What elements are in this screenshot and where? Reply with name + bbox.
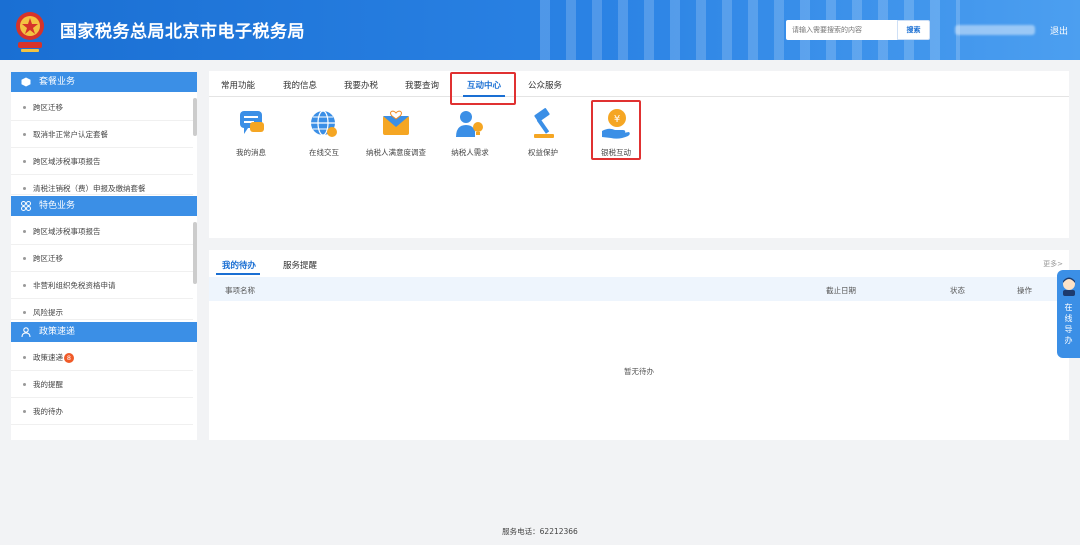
empty-state-text: 暂无待办 bbox=[624, 367, 654, 376]
more-link[interactable]: 更多> bbox=[1043, 259, 1063, 269]
tab-bar: 常用功能 我的信息 我要办税 我要查询 互动中心 公众服务 bbox=[209, 71, 1069, 97]
sidebar-item[interactable]: 我的待办 bbox=[11, 398, 193, 425]
highlight-box bbox=[591, 100, 641, 160]
search-input[interactable] bbox=[786, 20, 897, 40]
active-tab-underline bbox=[216, 273, 260, 275]
service-rights-protection[interactable]: 权益保护 bbox=[511, 107, 575, 158]
highlight-box bbox=[450, 72, 516, 105]
todo-panel: 我的待办 服务提醒 更多> 事项名称 截止日期 状态 操作 暂无待办 bbox=[209, 250, 1069, 440]
sidebar-item[interactable]: 非营利组织免税资格申请 bbox=[11, 272, 193, 299]
sidebar-scrollbar[interactable] bbox=[193, 222, 197, 284]
tab-my-info[interactable]: 我的信息 bbox=[283, 79, 317, 91]
agent-avatar-icon bbox=[1063, 277, 1075, 296]
search-button[interactable]: 搜索 bbox=[897, 20, 930, 40]
guide-text: 在 bbox=[1064, 303, 1073, 312]
tab-common[interactable]: 常用功能 bbox=[221, 79, 255, 91]
guide-text: 办 bbox=[1064, 336, 1073, 345]
sidebar-item[interactable]: 取消非正常户认定套餐 bbox=[11, 121, 193, 148]
sidebar-item[interactable]: 政策速递 8 bbox=[11, 344, 193, 371]
service-my-messages[interactable]: 我的消息 bbox=[219, 107, 283, 158]
service-label: 纳税人满意度调查 bbox=[366, 148, 426, 157]
top-header: 国家税务总局北京市电子税务局 搜索 退出 bbox=[0, 0, 1080, 60]
sidebar-item[interactable]: 风险提示 bbox=[11, 299, 193, 320]
user-name-blurred bbox=[955, 25, 1035, 35]
tab-tax-handling[interactable]: 我要办税 bbox=[344, 79, 378, 91]
service-taxpayer-needs[interactable]: 纳税人需求 bbox=[438, 107, 502, 158]
column-header: 截止日期 bbox=[826, 286, 856, 295]
online-guide-button[interactable]: 在 线 导 办 bbox=[1057, 270, 1080, 358]
globe-icon bbox=[311, 110, 337, 137]
person-bulb-icon bbox=[456, 111, 483, 137]
logout-link[interactable]: 退出 bbox=[1050, 24, 1068, 37]
sidebar-section-special[interactable]: 特色业务 bbox=[11, 196, 197, 216]
tab-query[interactable]: 我要查询 bbox=[405, 79, 439, 91]
tab-public-service[interactable]: 公众服务 bbox=[528, 79, 562, 91]
sidebar-section-package[interactable]: 套餐业务 bbox=[11, 72, 197, 92]
service-label: 在线交互 bbox=[309, 148, 339, 157]
envelope-heart-icon bbox=[383, 110, 409, 135]
tab-my-todo[interactable]: 我的待办 bbox=[222, 259, 256, 271]
footer-phone: 服务电话：62212366 bbox=[502, 527, 578, 536]
sidebar-item[interactable]: 跨区迁移 bbox=[11, 94, 193, 121]
service-label: 纳税人需求 bbox=[451, 148, 489, 157]
grid-icon bbox=[21, 201, 31, 211]
guide-text: 线 bbox=[1064, 314, 1073, 323]
column-header: 状态 bbox=[950, 286, 965, 295]
gavel-icon bbox=[534, 108, 554, 138]
service-satisfaction-survey[interactable]: 纳税人满意度调查 bbox=[364, 107, 428, 158]
service-label: 我的消息 bbox=[236, 148, 266, 157]
sidebar-section-title: 特色业务 bbox=[39, 201, 76, 211]
site-title: 国家税务总局北京市电子税务局 bbox=[60, 22, 305, 42]
sidebar-item[interactable]: 跨区域涉税事项报告 bbox=[11, 218, 193, 245]
national-emblem-icon bbox=[16, 12, 44, 52]
sidebar-item[interactable]: 清税注销税（费）申报及缴纳套餐 bbox=[11, 175, 193, 195]
column-header: 操作 bbox=[1017, 286, 1032, 295]
message-icon bbox=[240, 111, 264, 134]
service-panel: 常用功能 我的信息 我要办税 我要查询 互动中心 公众服务 我的消息 在线交互 bbox=[209, 71, 1069, 238]
service-online-interaction[interactable]: 在线交互 bbox=[292, 107, 356, 158]
sidebar-scrollbar[interactable] bbox=[193, 98, 197, 136]
user-icon bbox=[21, 327, 31, 337]
sidebar-section-policy[interactable]: 政策速递 bbox=[11, 322, 197, 342]
count-badge: 8 bbox=[64, 353, 74, 363]
sidebar-section-title: 套餐业务 bbox=[39, 77, 76, 87]
sidebar-item[interactable]: 跨区迁移 bbox=[11, 245, 193, 272]
sidebar-section-title: 政策速递 bbox=[39, 327, 76, 337]
table-header: 事项名称 截止日期 状态 操作 bbox=[209, 277, 1069, 301]
sidebar-item[interactable]: 跨区域涉税事项报告 bbox=[11, 148, 193, 175]
guide-text: 导 bbox=[1064, 325, 1073, 334]
column-header: 事项名称 bbox=[225, 286, 255, 295]
service-label: 权益保护 bbox=[528, 148, 558, 157]
cube-icon bbox=[21, 77, 31, 87]
tab-service-reminders[interactable]: 服务提醒 bbox=[283, 259, 317, 271]
sidebar: 套餐业务 跨区迁移 取消非正常户认定套餐 跨区域涉税事项报告 清税注销税（费）申… bbox=[11, 72, 197, 440]
sidebar-item[interactable]: 我的提醒 bbox=[11, 371, 193, 398]
